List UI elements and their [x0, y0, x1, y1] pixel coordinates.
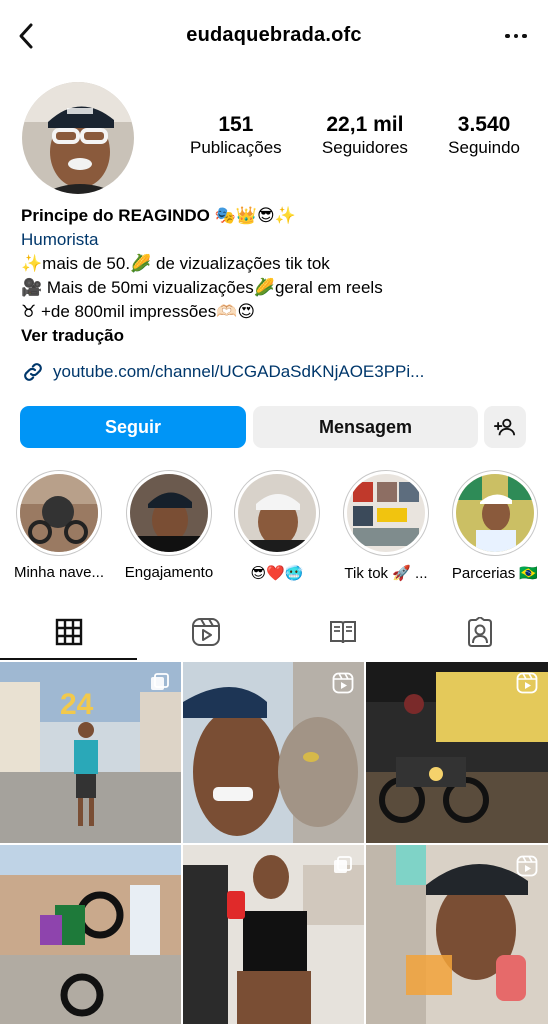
posts-count: 151 [218, 113, 254, 136]
reels-icon [516, 672, 538, 694]
stat-following[interactable]: 3.540 Seguindo [448, 112, 520, 164]
highlight-label: 😎❤️🥶 [250, 565, 304, 582]
bio-external-link[interactable]: youtube.com/channel/UCGADaSdKNjAOE3PPi..… [21, 360, 424, 384]
link-icon [24, 363, 42, 381]
profile-stats: 151 Publicações 22,1 mil Seguidores 3.54… [190, 112, 520, 164]
post-thumbnail[interactable] [183, 845, 364, 1024]
grid-icon [55, 618, 82, 646]
followers-label: Seguidores [321, 138, 408, 157]
profile-category[interactable]: Humorista [21, 228, 531, 252]
stat-followers[interactable]: 22,1 mil Seguidores [322, 112, 408, 164]
tagged-user-icon [467, 617, 492, 647]
carousel-icon [151, 673, 169, 690]
reels-icon [516, 855, 538, 877]
follow-button[interactable]: Seguir [20, 406, 246, 448]
profile-bio: Principe do REAGINDO 🎭👑😎✨ Humorista ✨mai… [21, 204, 531, 348]
reels-icon [332, 672, 354, 694]
highlight-cover-image [347, 474, 425, 552]
story-highlights: Minha nave... Engajamento 😎❤️🥶 Tik tok 🚀… [0, 470, 548, 585]
reels-icon [191, 618, 220, 646]
tab-grid[interactable] [0, 604, 137, 660]
highlight-cover-image [20, 474, 98, 552]
posts-label: Publicações [190, 138, 282, 157]
bio-line-3: ♉ +de 800mil impressões🫶🏻😍 [21, 302, 256, 321]
posts-grid: 24 [0, 662, 548, 1024]
top-bar: eudaquebrada.ofc [0, 0, 548, 72]
profile-display-name: Principe do REAGINDO 🎭👑😎✨ [21, 206, 296, 225]
highlight-cover-image [238, 474, 316, 552]
highlight-item[interactable]: Parcerias 🇧🇷 [440, 470, 548, 582]
carousel-icon [334, 856, 352, 873]
following-label: Seguindo [448, 138, 520, 157]
post-thumbnail[interactable]: 24 [0, 662, 181, 843]
highlight-label: Tik tok 🚀 ... [344, 565, 428, 582]
add-user-icon [494, 418, 516, 436]
profile-tabs [0, 604, 548, 660]
see-translation-link[interactable]: Ver tradução [21, 324, 531, 348]
more-horizontal-icon [505, 33, 510, 39]
post-thumbnail[interactable] [0, 845, 181, 1024]
highlight-item[interactable]: Engajamento [114, 470, 224, 581]
highlight-label: Minha nave... [13, 564, 105, 581]
following-count: 3.540 [457, 113, 511, 136]
bio-line-1: ✨mais de 50.🌽 de vizualizações tik tok [21, 254, 330, 273]
tab-tagged[interactable] [411, 604, 548, 660]
profile-avatar[interactable] [22, 82, 134, 194]
highlight-item[interactable]: Tik tok 🚀 ... [331, 470, 441, 582]
highlight-item[interactable]: 😎❤️🥶 [222, 470, 332, 582]
post-thumbnail[interactable] [366, 662, 548, 843]
book-icon [329, 621, 356, 644]
stat-posts[interactable]: 151 Publicações [190, 112, 282, 164]
highlight-cover-image [130, 474, 208, 552]
add-user-button[interactable] [484, 406, 526, 448]
post-thumbnail[interactable] [183, 662, 364, 843]
highlight-label: Engajamento [124, 564, 214, 581]
post-thumbnail[interactable] [366, 845, 548, 1024]
bio-line-2: 🎥 Mais de 50mi vizualizações🌽geral em re… [21, 278, 383, 297]
more-options-button[interactable] [502, 24, 530, 48]
highlight-cover-image [456, 474, 534, 552]
highlight-item[interactable]: Minha nave... [4, 470, 114, 581]
message-button[interactable]: Mensagem [253, 406, 478, 448]
profile-actions: Seguir Mensagem [20, 406, 528, 450]
svg-text:24: 24 [60, 688, 94, 721]
highlight-label: Parcerias 🇧🇷 [451, 565, 539, 582]
tab-reels[interactable] [137, 604, 274, 660]
followers-count: 22,1 mil [326, 113, 404, 136]
profile-username: eudaquebrada.ofc [186, 24, 362, 46]
tab-guides[interactable] [274, 604, 411, 660]
bio-link-text: youtube.com/channel/UCGADaSdKNjAOE3PPi..… [53, 362, 425, 381]
